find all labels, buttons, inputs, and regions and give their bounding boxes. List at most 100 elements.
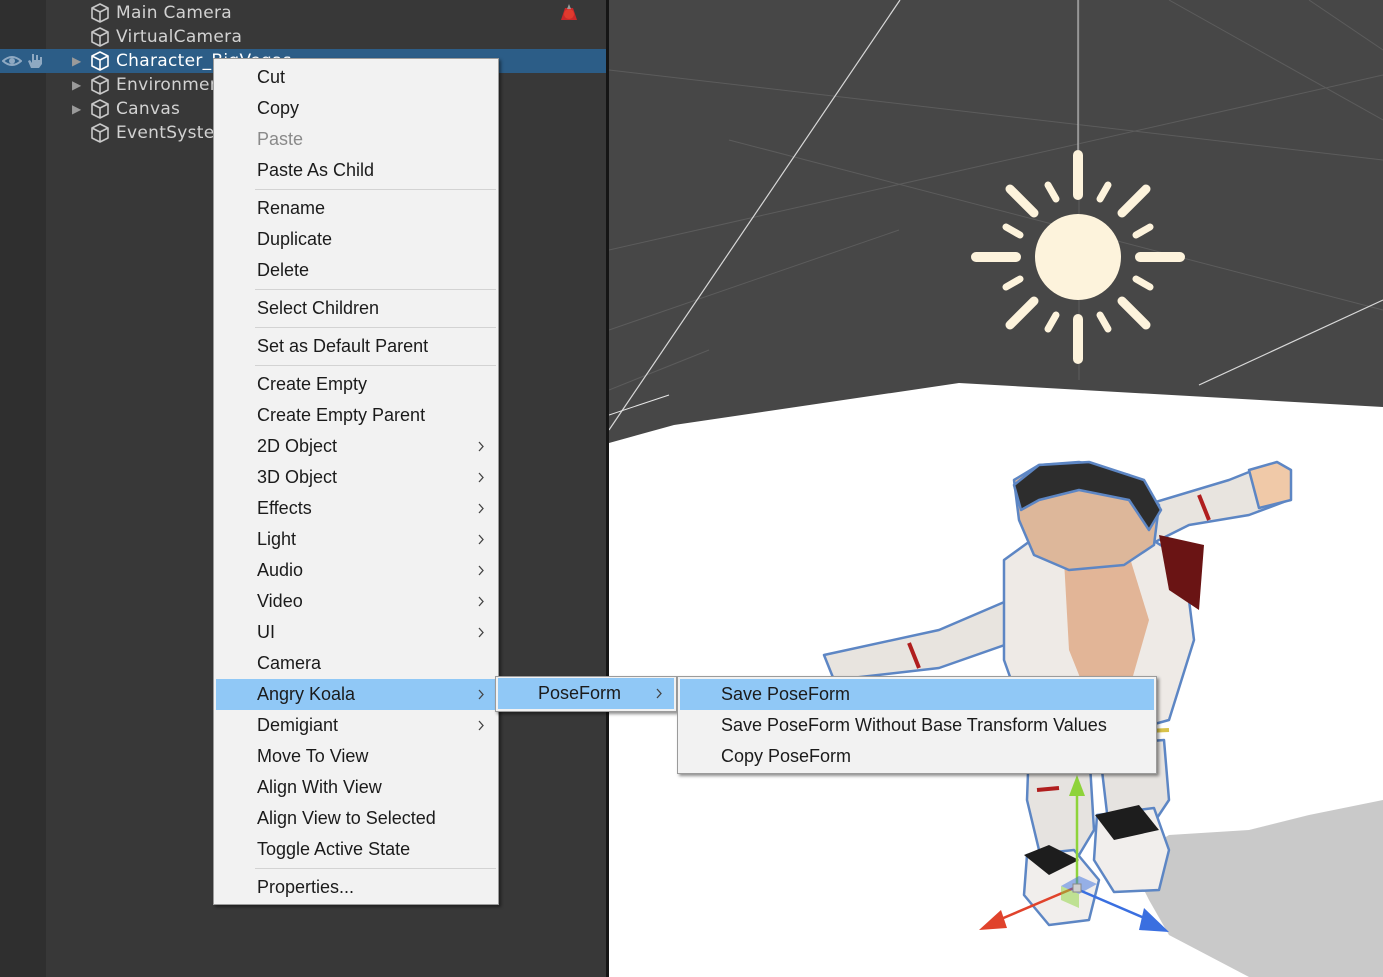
- hierarchy-item-label: Environment: [116, 75, 228, 95]
- menu-item-label: 2D Object: [257, 436, 338, 456]
- menu-item-ui[interactable]: UI: [216, 617, 496, 648]
- menu-item-label: Delete: [257, 260, 310, 280]
- menu-item-label: UI: [257, 622, 275, 642]
- hierarchy-item-label: Canvas: [116, 99, 181, 119]
- menu-item-label: Copy: [257, 98, 300, 118]
- menu-item-video[interactable]: Video: [216, 586, 496, 617]
- hand-icon[interactable]: [25, 52, 45, 70]
- menu-item-paste: Paste: [216, 124, 496, 155]
- context-menu: Cut Copy Paste Paste As Child Rename Duplicat…: [213, 58, 499, 905]
- menu-item-label: Save PoseForm: [721, 684, 851, 704]
- submenu-arrow-icon: [478, 441, 484, 452]
- menu-item-label: Light: [257, 529, 297, 549]
- menu-item-label: Paste: [257, 129, 304, 149]
- menu-item-copy[interactable]: Copy: [216, 93, 496, 124]
- menu-item-label: PoseForm: [538, 683, 622, 703]
- scene-canvas: [609, 0, 1383, 977]
- menu-item-toggle-active-state[interactable]: Toggle Active State: [216, 834, 496, 865]
- grid-axis-line: [1198, 299, 1383, 386]
- submenu-arrow-icon: [656, 688, 662, 699]
- gameobject-cube-icon: [91, 75, 109, 95]
- foldout-arrow-icon[interactable]: ▶: [72, 53, 84, 69]
- menu-item-select-children[interactable]: Select Children: [216, 293, 496, 324]
- menu-item-label: Video: [257, 591, 303, 611]
- submenu-arrow-icon: [478, 534, 484, 545]
- menu-item-label: Select Children: [257, 298, 380, 318]
- menu-item-camera[interactable]: Camera: [216, 648, 496, 679]
- menu-item-create-empty[interactable]: Create Empty: [216, 369, 496, 400]
- menu-item-delete[interactable]: Delete: [216, 255, 496, 286]
- menu-item-label: Set as Default Parent: [257, 336, 429, 356]
- menu-separator: [255, 189, 496, 190]
- menu-item-poseform[interactable]: PoseForm: [498, 678, 674, 709]
- gameobject-cube-icon: [91, 27, 109, 47]
- unsaved-scene-icon: [561, 4, 577, 20]
- menu-item-angry-koala[interactable]: Angry Koala: [216, 679, 496, 710]
- menu-item-label: Cut: [257, 67, 286, 87]
- menu-separator: [255, 868, 496, 869]
- directional-light-sun-icon: [971, 150, 1185, 364]
- menu-item-align-with-view[interactable]: Align With View: [216, 772, 496, 803]
- submenu-arrow-icon: [478, 689, 484, 700]
- gameobject-cube-icon: [91, 51, 109, 71]
- menu-item-save-poseform-without-base-transform-values[interactable]: Save PoseForm Without Base Transform Val…: [680, 710, 1154, 741]
- hierarchy-item-label: VirtualCamera: [116, 27, 243, 47]
- hierarchy-item-label: Main Camera: [116, 3, 232, 23]
- menu-item-label: Save PoseForm Without Base Transform Val…: [721, 715, 1107, 735]
- menu-item-label: Paste As Child: [257, 160, 375, 180]
- menu-item-effects[interactable]: Effects: [216, 493, 496, 524]
- menu-item-copy-poseform[interactable]: Copy PoseForm: [680, 741, 1154, 772]
- menu-item-cut[interactable]: Cut: [216, 62, 496, 93]
- scene-grid: [609, 0, 1383, 391]
- menu-item-label: Demigiant: [257, 715, 339, 735]
- menu-item-label: Move To View: [257, 746, 369, 766]
- poseform-submenu: Save PoseForm Save PoseForm Without Base …: [677, 676, 1157, 774]
- menu-item-audio[interactable]: Audio: [216, 555, 496, 586]
- menu-item-create-empty-parent[interactable]: Create Empty Parent: [216, 400, 496, 431]
- gameobject-cube-icon: [91, 3, 109, 23]
- foldout-arrow-icon[interactable]: ▶: [72, 77, 84, 93]
- menu-item-label: Create Empty: [257, 374, 368, 394]
- menu-item-rename[interactable]: Rename: [216, 193, 496, 224]
- menu-item-label: Angry Koala: [257, 684, 356, 704]
- menu-item-label: Properties...: [257, 877, 355, 897]
- submenu-arrow-icon: [478, 720, 484, 731]
- scene-view[interactable]: [609, 0, 1383, 977]
- hierarchy-item-virtualcamera[interactable]: VirtualCamera: [0, 25, 606, 49]
- menu-item-paste-as-child[interactable]: Paste As Child: [216, 155, 496, 186]
- submenu-arrow-icon: [478, 472, 484, 483]
- menu-separator: [255, 289, 496, 290]
- submenu-arrow-icon: [478, 565, 484, 576]
- menu-item-set-as-default-parent[interactable]: Set as Default Parent: [216, 331, 496, 362]
- submenu-arrow-icon: [478, 596, 484, 607]
- menu-item-2d-object[interactable]: 2D Object: [216, 431, 496, 462]
- menu-separator: [255, 365, 496, 366]
- submenu-arrow-icon: [478, 627, 484, 638]
- menu-item-demigiant[interactable]: Demigiant: [216, 710, 496, 741]
- menu-item-label: Camera: [257, 653, 322, 673]
- menu-item-label: Effects: [257, 498, 312, 518]
- menu-item-light[interactable]: Light: [216, 524, 496, 555]
- grid-axis-line: [609, 0, 901, 431]
- hierarchy-gutter: [0, 0, 46, 977]
- menu-item-duplicate[interactable]: Duplicate: [216, 224, 496, 255]
- hierarchy-item-main-camera[interactable]: Main Camera: [0, 1, 606, 25]
- menu-item-label: Duplicate: [257, 229, 333, 249]
- menu-item-label: Align View to Selected: [257, 808, 436, 828]
- foldout-arrow-icon[interactable]: ▶: [72, 101, 84, 117]
- menu-item-label: Copy PoseForm: [721, 746, 852, 766]
- eye-icon[interactable]: [2, 52, 22, 70]
- gameobject-cube-icon: [91, 99, 109, 119]
- menu-item-align-view-to-selected[interactable]: Align View to Selected: [216, 803, 496, 834]
- menu-item-move-to-view[interactable]: Move To View: [216, 741, 496, 772]
- menu-item-properties[interactable]: Properties...: [216, 872, 496, 903]
- menu-item-label: 3D Object: [257, 467, 338, 487]
- angry-koala-submenu: PoseForm: [495, 676, 677, 712]
- gameobject-cube-icon: [91, 123, 109, 143]
- menu-item-label: Toggle Active State: [257, 839, 411, 859]
- menu-item-label: Align With View: [257, 777, 382, 797]
- menu-item-save-poseform[interactable]: Save PoseForm: [680, 679, 1154, 710]
- menu-separator: [255, 327, 496, 328]
- menu-item-3d-object[interactable]: 3D Object: [216, 462, 496, 493]
- submenu-arrow-icon: [478, 503, 484, 514]
